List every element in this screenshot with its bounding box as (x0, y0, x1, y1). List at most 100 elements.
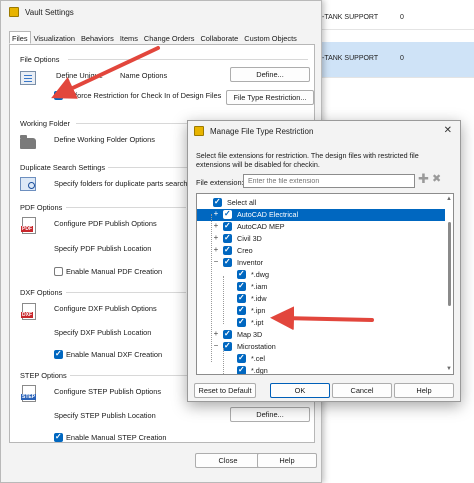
tree-item[interactable]: *.ipn (197, 305, 445, 317)
tree-item-label: *.dwg (251, 270, 269, 279)
reset-to-default-button[interactable]: Reset to Default (194, 383, 256, 398)
tab-behaviors[interactable]: Behaviors (78, 31, 117, 44)
tree-item[interactable]: *.cel (197, 353, 445, 365)
working-folder-label[interactable]: Define Working Folder Options (54, 135, 155, 144)
tab-visualization[interactable]: Visualization (31, 31, 78, 44)
tree-item-checkbox[interactable] (223, 233, 232, 243)
tree-item[interactable]: + Creo (197, 245, 445, 257)
tree-item-checkbox[interactable] (223, 209, 232, 219)
tree-item-checkbox[interactable] (237, 317, 246, 327)
tree-item-label: Civil 3D (237, 234, 262, 243)
dxf-location-label[interactable]: Specify DXF Publish Location (54, 328, 151, 337)
define-unique-name-button[interactable]: Define... (230, 67, 310, 82)
dialog-help-button[interactable]: Help (394, 383, 454, 398)
step-file-icon-label: STEP (21, 394, 37, 400)
step-location-label[interactable]: Specify STEP Publish Location (54, 411, 156, 420)
step-location-define-button[interactable]: Define... (230, 407, 310, 422)
section-divider (70, 375, 190, 376)
tree-item-checkbox[interactable] (237, 353, 246, 363)
expand-icon[interactable]: + (212, 329, 220, 338)
tree-item-label: *.ipn (251, 306, 266, 315)
tab-files[interactable]: Files (9, 31, 31, 44)
tree-item-checkbox[interactable] (213, 197, 222, 207)
tab-custom-objects[interactable]: Custom Objects (241, 31, 300, 44)
enable-manual-pdf-checkbox[interactable] (54, 267, 63, 276)
table-row[interactable]: -TANK SUPPORT 0 (300, 8, 474, 30)
dialog-close-icon[interactable]: ✕ (444, 125, 452, 136)
enforce-restriction-label: Enforce Restriction for Check In of Desi… (66, 91, 222, 100)
vault-help-button[interactable]: Help (257, 453, 317, 468)
manage-file-type-dialog: Manage File Type Restriction ✕ Select fi… (187, 120, 461, 402)
tree-item[interactable]: *.idw (197, 293, 445, 305)
cancel-button[interactable]: Cancel (332, 383, 392, 398)
scroll-down-icon[interactable]: ▼ (445, 366, 453, 372)
tree-item[interactable]: Select all (197, 197, 445, 209)
expand-icon[interactable]: + (212, 233, 220, 242)
enforce-restriction-checkbox[interactable] (54, 90, 63, 100)
tree-item-label: Select all (227, 198, 257, 207)
tree-item-checkbox[interactable] (237, 293, 246, 303)
tree-item-checkbox[interactable] (223, 341, 232, 351)
enable-manual-step-label: Enable Manual STEP Creation (66, 433, 167, 442)
section-divider (108, 167, 188, 168)
tab-collaborate[interactable]: Collaborate (197, 31, 241, 44)
expand-icon[interactable]: + (212, 209, 220, 218)
tree-item-label: Inventor (237, 258, 263, 267)
step-configure-label[interactable]: Configure STEP Publish Options (54, 387, 161, 396)
dxf-configure-label[interactable]: Configure DXF Publish Options (54, 304, 157, 313)
tree-item-label: Map 3D (237, 330, 263, 339)
tree-item-checkbox[interactable] (237, 365, 246, 374)
collapse-icon[interactable]: − (212, 341, 220, 350)
tree-item[interactable]: *.dgn (197, 365, 445, 374)
tree-item[interactable]: *.ipt (197, 317, 445, 329)
tree-item-checkbox[interactable] (223, 329, 232, 339)
define-unique-label-right: Name Options (120, 71, 168, 80)
tree-item[interactable]: *.dwg (197, 269, 445, 281)
tree-item-checkbox[interactable] (223, 257, 232, 267)
vault-close-button[interactable]: Close (195, 453, 261, 468)
section-divider (76, 123, 196, 124)
collapse-icon[interactable]: − (212, 257, 220, 266)
tree-item-label: *.idw (251, 294, 267, 303)
tree-item[interactable]: − Microstation (197, 341, 445, 353)
section-divider (66, 292, 186, 293)
tree-scrollbar-thumb[interactable] (448, 222, 451, 306)
pdf-file-icon: PDF (21, 217, 36, 234)
expand-icon[interactable]: + (212, 221, 220, 230)
tree-item-checkbox[interactable] (237, 305, 246, 315)
tree-item[interactable]: + AutoCAD Electrical (197, 209, 445, 221)
remove-extension-icon[interactable]: ✖ (432, 172, 441, 185)
tree-item[interactable]: + Civil 3D (197, 233, 445, 245)
tree-item-checkbox[interactable] (237, 281, 246, 291)
expand-icon[interactable]: + (212, 245, 220, 254)
tree-item-checkbox[interactable] (223, 245, 232, 255)
table-row-selected[interactable]: -TANK SUPPORT 0 (300, 42, 474, 78)
table-cell-name: -TANK SUPPORT (322, 55, 379, 62)
tab-items[interactable]: Items (117, 31, 141, 44)
enable-manual-dxf-checkbox[interactable] (54, 349, 63, 359)
duplicate-search-label[interactable]: Specify folders for duplicate parts sear… (54, 179, 190, 188)
tree-item[interactable]: + AutoCAD MEP (197, 221, 445, 233)
vault-tabbar: Files Visualization Behaviors Items Chan… (9, 31, 315, 45)
table-cell-value: 0 (400, 14, 404, 21)
tab-change-orders[interactable]: Change Orders (141, 31, 198, 44)
step-file-icon: STEP (21, 385, 37, 402)
vault-titlebar: Vault Settings (1, 1, 321, 23)
scroll-up-icon[interactable]: ▲ (445, 196, 453, 202)
tree-item[interactable]: *.iam (197, 281, 445, 293)
pdf-file-icon-label: PDF (21, 226, 33, 232)
tree-item[interactable]: + Map 3D (197, 329, 445, 341)
section-divider (68, 59, 308, 60)
ok-button[interactable]: OK (270, 383, 330, 398)
pdf-location-label[interactable]: Specify PDF Publish Location (54, 244, 151, 253)
add-extension-icon[interactable]: ✚ (418, 171, 429, 187)
file-type-restriction-button[interactable]: File Type Restriction... (226, 90, 314, 105)
file-extension-input[interactable] (243, 174, 415, 188)
enable-manual-step-checkbox[interactable] (54, 432, 63, 442)
tree-item-checkbox[interactable] (223, 221, 232, 231)
tree-item-checkbox[interactable] (237, 269, 246, 279)
enable-manual-dxf-label: Enable Manual DXF Creation (66, 350, 163, 359)
pdf-configure-label[interactable]: Configure PDF Publish Options (54, 219, 157, 228)
section-divider (66, 207, 186, 208)
tree-item[interactable]: − Inventor (197, 257, 445, 269)
